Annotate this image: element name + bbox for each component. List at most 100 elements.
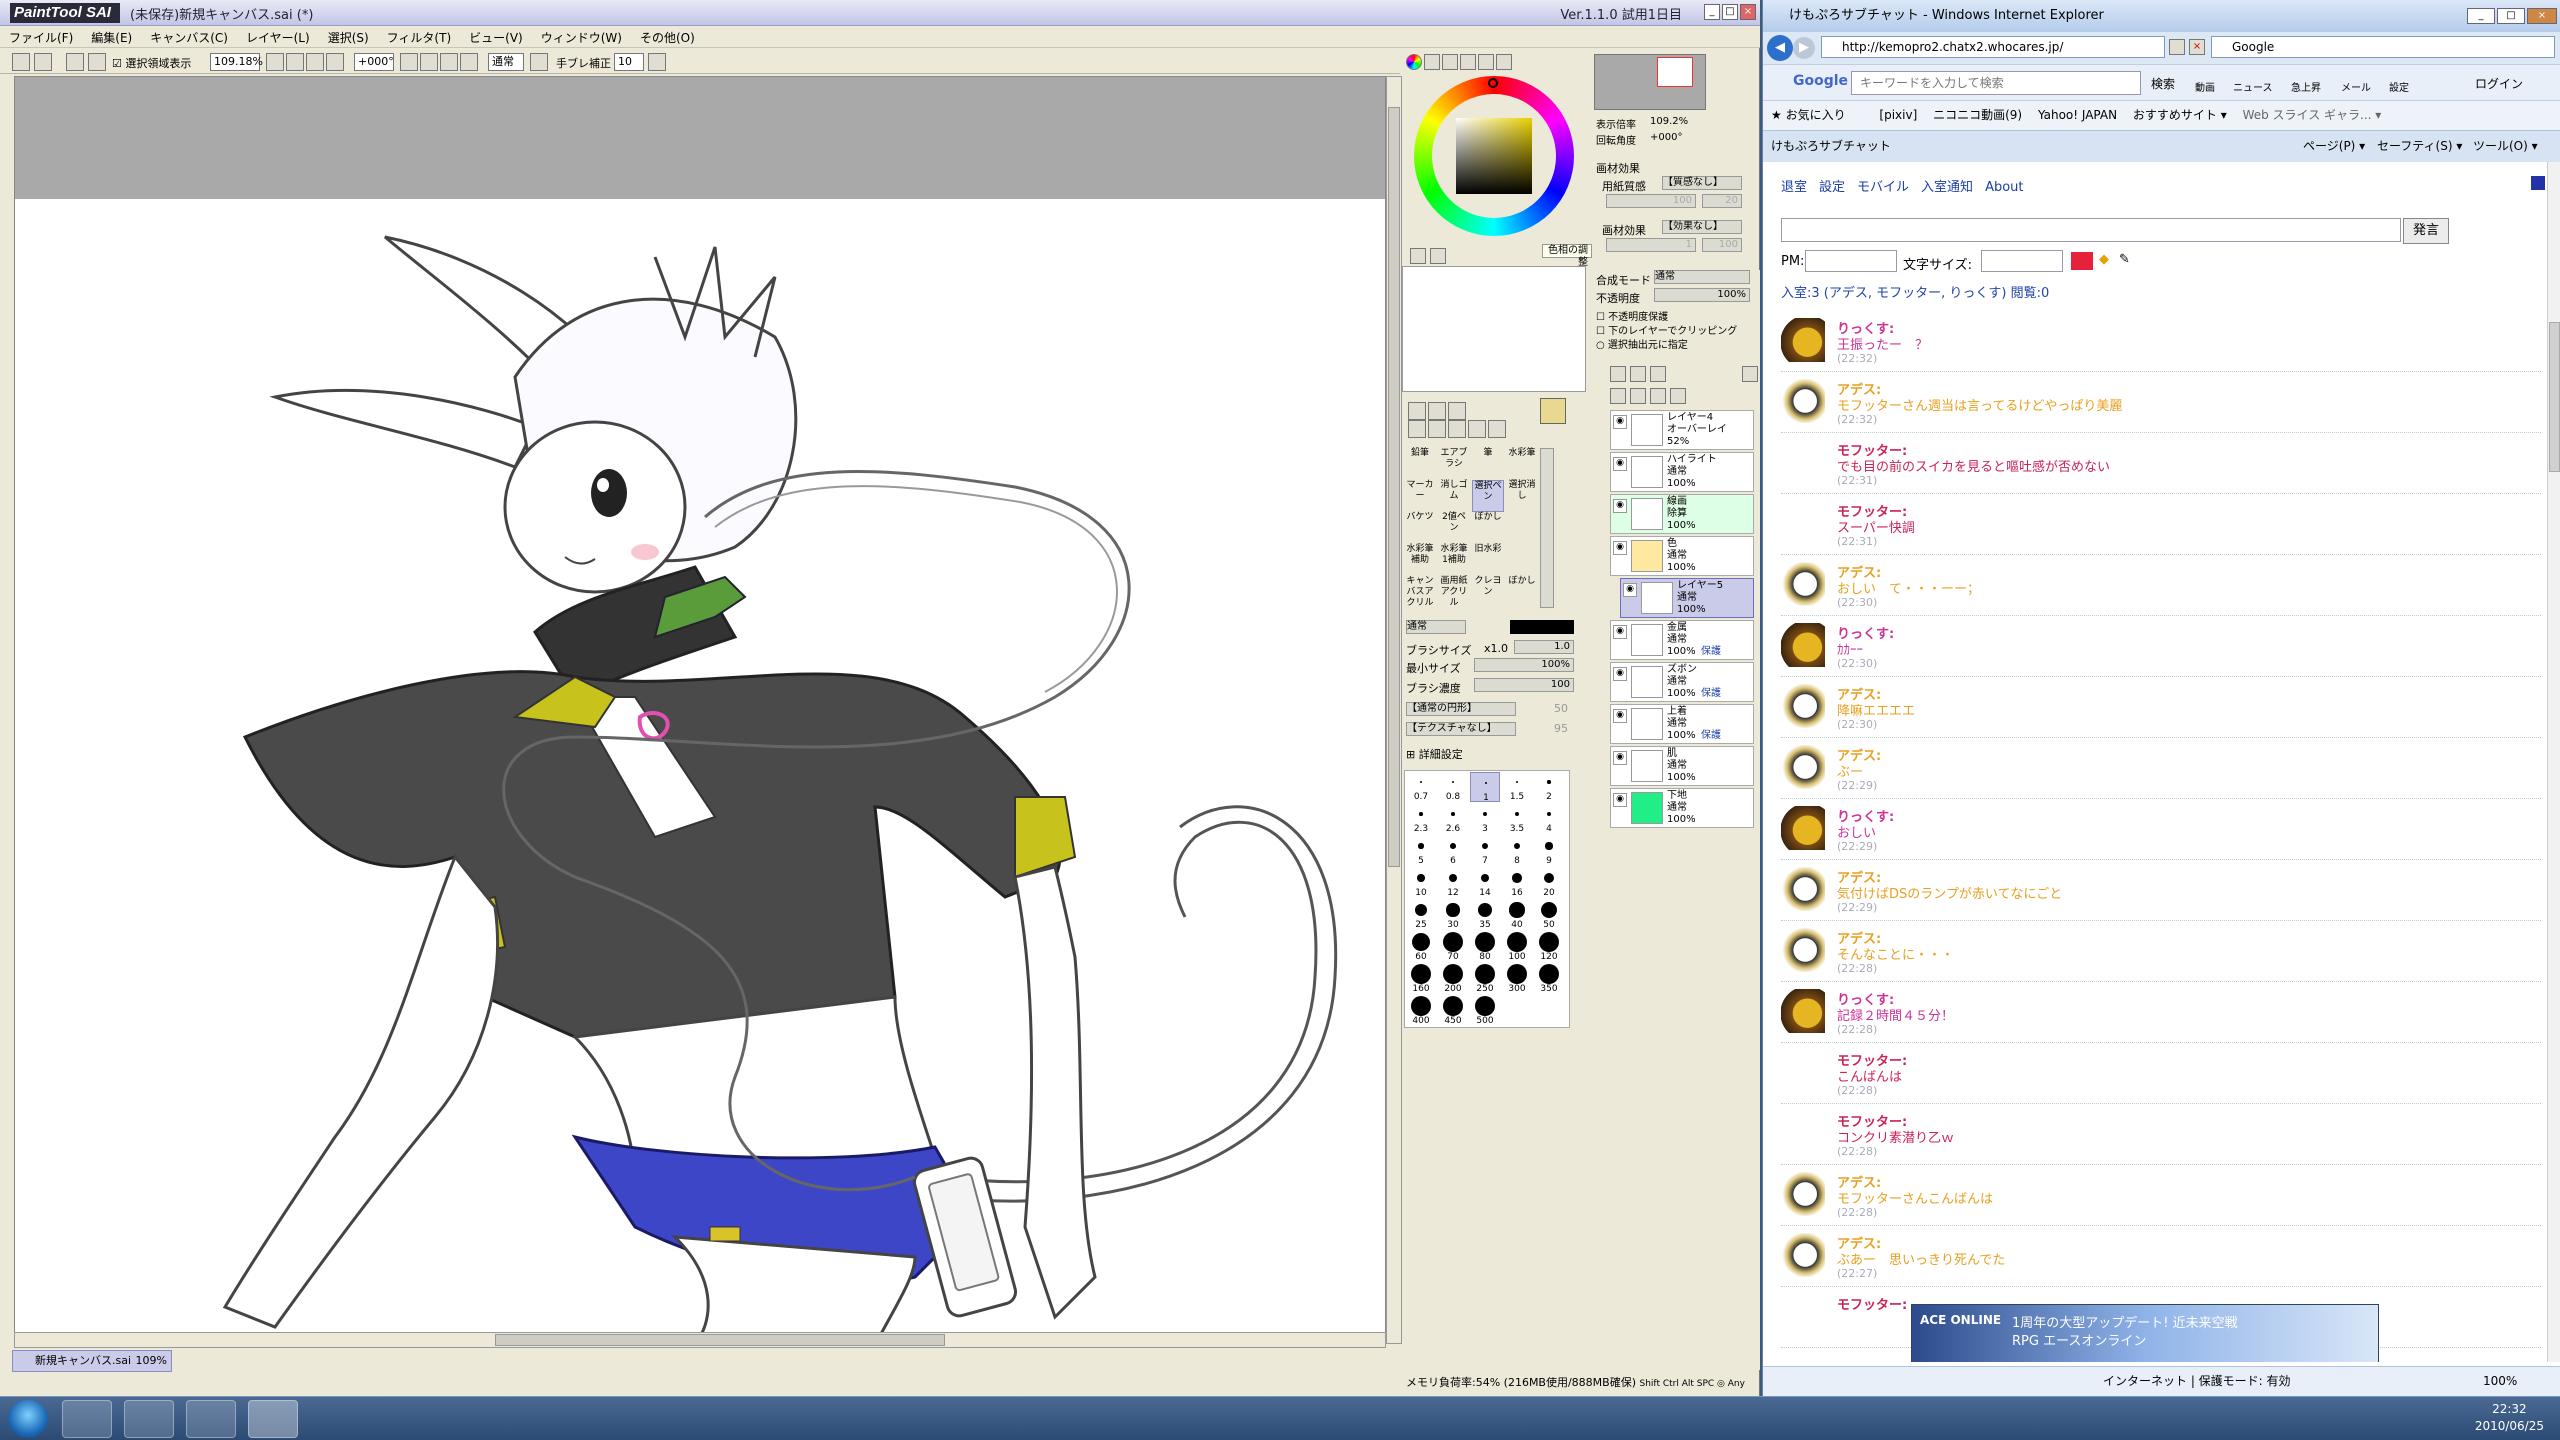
brush-size-preset[interactable]: 120 xyxy=(1534,932,1564,962)
brush-size-preset[interactable]: 1.5 xyxy=(1502,772,1532,802)
ie-taskbar-icon[interactable] xyxy=(62,1400,112,1438)
address-bar[interactable]: http://kemopro2.chatx2.whocares.jp/ xyxy=(1821,36,2165,58)
new-linework-layer-icon[interactable] xyxy=(1630,366,1646,382)
tool-button[interactable]: 消しゴム xyxy=(1438,480,1470,512)
brush-size-multiplier[interactable]: x1.0 xyxy=(1484,642,1508,655)
brush-size-preset[interactable]: 2.6 xyxy=(1438,804,1468,834)
visibility-eye-icon[interactable]: ◉ xyxy=(1613,499,1627,513)
zoom-fit-icon[interactable] xyxy=(326,53,344,71)
send-button[interactable]: 発言 xyxy=(2403,218,2449,244)
brush-size-preset[interactable]: 450 xyxy=(1438,996,1468,1026)
brush-mode-select[interactable]: 通常 xyxy=(1406,620,1466,634)
tool-button[interactable]: クレヨン xyxy=(1472,576,1504,608)
rotate-right-icon[interactable] xyxy=(420,53,438,71)
transfer-down-icon[interactable] xyxy=(1610,388,1626,404)
delete-layer-icon[interactable] xyxy=(1670,388,1686,404)
tool-button[interactable]: 選択ペン xyxy=(1472,480,1504,512)
zoom-tool-icon[interactable] xyxy=(1428,420,1446,438)
rotate-reset-icon[interactable] xyxy=(440,53,458,71)
tool-button[interactable]: 鉛筆 xyxy=(1404,448,1436,480)
explorer-taskbar-icon[interactable] xyxy=(124,1400,174,1438)
view-mode-select[interactable]: 通常 xyxy=(488,53,524,71)
paper-scale[interactable]: 20 xyxy=(1702,194,1742,208)
tools-menu[interactable]: ツール(O) ▾ xyxy=(2473,131,2538,161)
color-palette-icon[interactable] xyxy=(1460,54,1476,70)
fav-webslice[interactable]: Web スライス ギャラ... ▾ xyxy=(2243,108,2382,122)
brush-size-preset[interactable]: 40 xyxy=(1502,900,1532,930)
brush-size-preset[interactable]: 200 xyxy=(1438,964,1468,994)
ie-close-button[interactable]: × xyxy=(2527,8,2557,24)
tool-button[interactable]: 水彩筆1補助 xyxy=(1438,544,1470,576)
menu-select[interactable]: 選択(S) xyxy=(319,26,378,49)
zoom-field[interactable]: 109.18% xyxy=(210,53,263,71)
brush-size-preset[interactable]: 6 xyxy=(1438,836,1468,866)
stop-icon[interactable]: × xyxy=(2189,39,2205,55)
google-trends[interactable]: 急上昇 xyxy=(2291,79,2321,94)
google-login[interactable]: ログイン xyxy=(2475,75,2523,92)
visibility-eye-icon[interactable]: ◉ xyxy=(1613,541,1627,555)
search-box[interactable]: Google xyxy=(2211,36,2555,58)
nav-zoom-value[interactable]: 109.2% xyxy=(1650,116,1688,127)
visibility-eye-icon[interactable]: ◉ xyxy=(1613,709,1627,723)
menu-file[interactable]: ファイル(F) xyxy=(0,26,82,49)
zoom-reset-icon[interactable] xyxy=(306,53,324,71)
forward-icon[interactable]: ▶ xyxy=(1793,37,1815,59)
brush-size-preset[interactable]: 350 xyxy=(1534,964,1564,994)
tool-scrollbar[interactable] xyxy=(1540,448,1554,608)
visibility-eye-icon[interactable]: ◉ xyxy=(1613,625,1627,639)
brush-size-preset[interactable]: 2.3 xyxy=(1406,804,1436,834)
opacity-slider[interactable]: 100% xyxy=(1654,288,1750,302)
brush-size-preset[interactable]: 7 xyxy=(1470,836,1500,866)
new-layer-icon[interactable] xyxy=(1610,366,1626,382)
start-button[interactable] xyxy=(8,1400,48,1438)
saturation-value-square[interactable] xyxy=(1456,118,1532,194)
ie-tab[interactable]: けもぷろサブチャット xyxy=(1771,139,1891,153)
move-tool-icon[interactable] xyxy=(1408,420,1426,438)
preserve-opacity-checkbox[interactable]: ☐ 不透明度保護 xyxy=(1596,308,1668,323)
brush-size-preset[interactable]: 60 xyxy=(1406,932,1436,962)
attach-icon[interactable]: ✎ xyxy=(2119,252,2130,267)
visibility-eye-icon[interactable]: ◉ xyxy=(1613,667,1627,681)
brush-size-preset[interactable]: 12 xyxy=(1438,868,1468,898)
brush-size-preset[interactable]: 0.7 xyxy=(1406,772,1436,802)
layer-row[interactable]: ◉ レイヤー5 通常 100% xyxy=(1620,578,1754,618)
brush-size-preset[interactable]: 35 xyxy=(1470,900,1500,930)
stabilizer-field[interactable]: 10 xyxy=(614,53,644,71)
visibility-eye-icon[interactable]: ◉ xyxy=(1613,457,1627,471)
menu-window[interactable]: ウィンドウ(W) xyxy=(532,26,631,49)
menu-filter[interactable]: フィルタ(T) xyxy=(378,26,460,49)
density-slider[interactable]: 100 xyxy=(1474,678,1574,692)
tool-button[interactable]: 選択消し xyxy=(1506,480,1538,512)
google-video[interactable]: 動画 xyxy=(2195,79,2215,94)
ie-maximize-button[interactable]: □ xyxy=(2497,8,2525,24)
menu-other[interactable]: その他(O) xyxy=(631,26,704,49)
message-input[interactable] xyxy=(1781,218,2401,242)
brush-size-preset[interactable]: 25 xyxy=(1406,900,1436,930)
refresh-icon[interactable] xyxy=(2169,39,2185,55)
layer-menu-icon[interactable] xyxy=(1742,366,1758,382)
document-tab[interactable]: 新規キャンバス.sai 109% xyxy=(12,1350,172,1372)
blend-mode-select[interactable]: 通常 xyxy=(1654,270,1750,284)
tool-button[interactable]: バケツ xyxy=(1404,512,1436,544)
lasso-tool-icon[interactable] xyxy=(1428,402,1446,420)
tool-button[interactable]: マーカー xyxy=(1404,480,1436,512)
tool-button[interactable]: 筆 xyxy=(1472,448,1504,480)
layer-row[interactable]: ◉ ハイライト 通常 100% xyxy=(1610,452,1754,492)
clear-layer-icon[interactable] xyxy=(1650,388,1666,404)
fg-color-icon[interactable] xyxy=(1410,248,1426,264)
fav-pixiv[interactable]: [pixiv] xyxy=(1879,108,1917,122)
brush-shape-presets[interactable] xyxy=(1510,620,1574,634)
menu-layer[interactable]: レイヤー(L) xyxy=(237,26,319,49)
google-news[interactable]: ニュース xyxy=(2233,79,2273,94)
google-search-input[interactable]: キーワードを入力して検索 xyxy=(1851,71,2141,95)
menu-view[interactable]: ビュー(V) xyxy=(460,26,532,49)
layer-row[interactable]: ◉ 上着 通常 100% 保護 xyxy=(1610,704,1754,744)
google-settings[interactable]: 設定 xyxy=(2389,79,2409,94)
fav-yahoo[interactable]: Yahoo! JAPAN xyxy=(2038,108,2117,122)
brush-shape-select[interactable]: 【通常の円形】 xyxy=(1406,702,1516,716)
nav-settings[interactable]: 設定 xyxy=(1819,180,1845,195)
brush-size-preset[interactable]: 50 xyxy=(1534,900,1564,930)
layer-row[interactable]: ◉ 下地 通常 100% xyxy=(1610,788,1754,828)
message-author[interactable]: モフッター: xyxy=(1837,1294,1907,1313)
ie-minimize-button[interactable]: _ xyxy=(2467,8,2495,24)
